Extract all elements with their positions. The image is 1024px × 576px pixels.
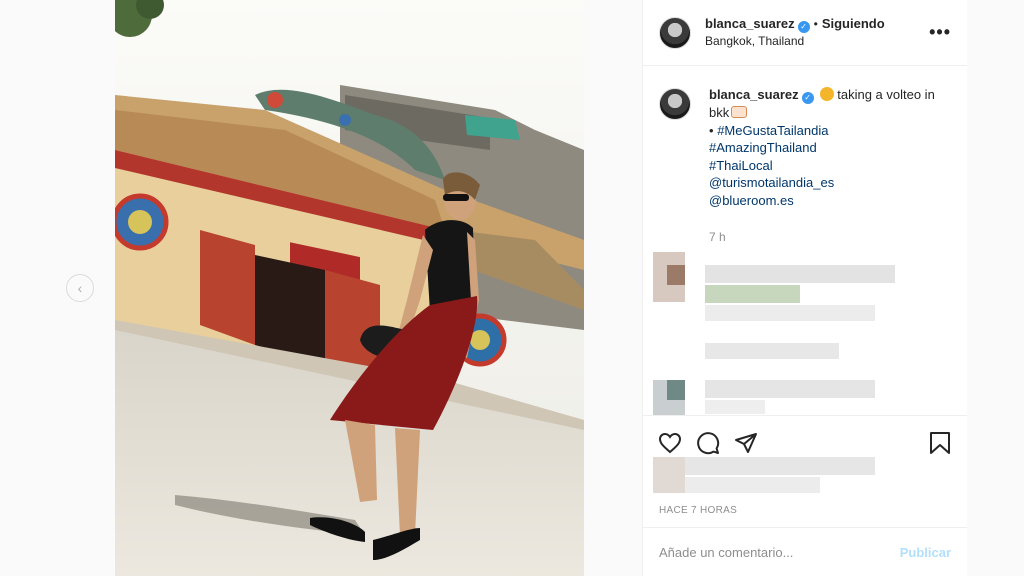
caption-bullet: • — [709, 122, 714, 138]
mention-link[interactable]: @blueroom.es — [709, 192, 949, 210]
heart-icon — [658, 432, 682, 453]
comment-bar: Publicar — [643, 527, 967, 576]
blurred-likes-line — [685, 477, 820, 493]
location-link[interactable]: Bangkok, Thailand — [705, 33, 885, 49]
blurred-comment-line — [705, 265, 895, 283]
blurred-comment-line — [705, 400, 765, 414]
header-username[interactable]: blanca_suarez — [705, 16, 795, 31]
like-button[interactable] — [655, 428, 685, 458]
post-header: blanca_suarez ✓ • Siguiendo Bangkok, Thaila… — [643, 0, 967, 66]
avatar[interactable] — [659, 16, 691, 49]
following-button[interactable]: Siguiendo — [822, 16, 885, 31]
blurred-avatar-detail — [667, 380, 685, 400]
comment-icon — [697, 431, 720, 454]
blurred-comment-line — [705, 343, 839, 359]
previous-post-button[interactable]: ‹ — [66, 274, 94, 302]
photo-illustration — [115, 0, 584, 576]
blurred-avatar-detail — [667, 265, 685, 285]
verified-badge-icon: ✓ — [801, 92, 814, 104]
caption-text: taking a volteo in — [837, 87, 935, 102]
emoji-icon — [731, 106, 748, 118]
share-icon — [735, 432, 757, 453]
blurred-comment-line — [705, 380, 875, 398]
caption-username[interactable]: blanca_suarez — [709, 87, 799, 102]
caption-text-2: bkk — [709, 105, 730, 120]
hashtag-link[interactable]: #AmazingThailand — [709, 139, 949, 157]
post-side-panel: blanca_suarez ✓ • Siguiendo Bangkok, Thaila… — [642, 0, 967, 576]
blurred-likers-avatar — [653, 457, 685, 493]
post-photo[interactable] — [115, 0, 584, 576]
caption-time: 7 h — [709, 230, 726, 244]
separator-dot: • — [813, 17, 818, 31]
mention-link[interactable]: @turismotailandia_es — [709, 174, 949, 192]
blurred-comment-line — [705, 285, 800, 303]
comment-button[interactable] — [693, 428, 723, 458]
caption-avatar[interactable] — [659, 88, 691, 120]
hashtag-link[interactable]: #MeGustaTailandia — [717, 123, 828, 138]
chevron-left-icon: ‹ — [77, 280, 83, 296]
hashtag-link[interactable]: #ThaiLocal — [709, 157, 949, 175]
share-button[interactable] — [731, 428, 761, 458]
instagram-post-view: ‹ blanca_suarez ✓ • Siguiendo Bangkok, T… — [0, 0, 1024, 576]
verified-badge-icon: ✓ — [797, 21, 810, 33]
more-options-icon[interactable]: ••• — [929, 22, 951, 43]
comment-input[interactable] — [659, 544, 900, 560]
post-timestamp: HACE 7 HORAS — [659, 505, 738, 516]
caption-block: blanca_suarez ✓ taking a volteo in bkk • … — [643, 66, 967, 247]
bookmark-icon — [930, 431, 950, 454]
emoji-icon — [820, 87, 835, 101]
blurred-comment-line — [705, 305, 875, 321]
publish-button[interactable]: Publicar — [900, 545, 951, 560]
save-button[interactable] — [925, 428, 955, 458]
blurred-likes-line — [685, 457, 875, 475]
